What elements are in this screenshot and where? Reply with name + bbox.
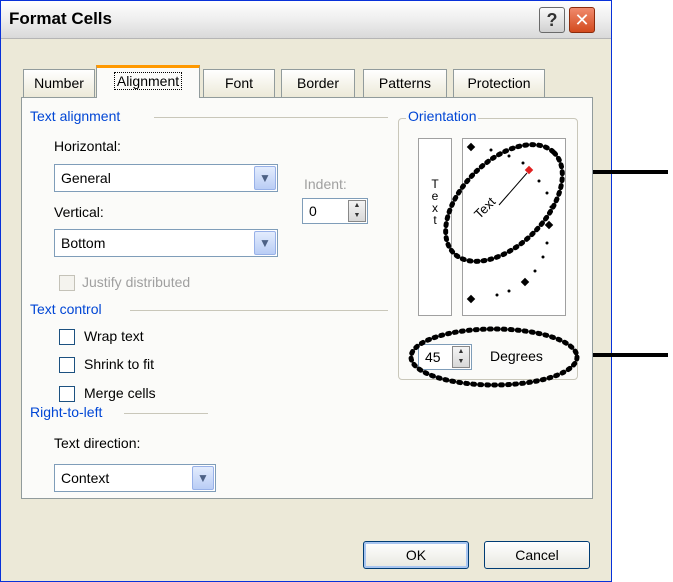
vertical-select[interactable]: Bottom ▼ — [54, 229, 278, 257]
justify-distributed-label: Justify distributed — [82, 274, 191, 290]
merge-cells-checkbox[interactable] — [59, 386, 75, 402]
horizontal-label: Horizontal: — [54, 138, 121, 154]
vertical-value: Bottom — [61, 235, 106, 251]
wrap-text-checkbox[interactable] — [59, 329, 75, 345]
section-divider — [154, 117, 388, 118]
dropdown-arrow-icon[interactable]: ▼ — [192, 466, 214, 490]
dropdown-arrow-icon[interactable]: ▼ — [254, 166, 276, 190]
section-text-control: Text control — [30, 301, 102, 317]
tab-number[interactable]: Number — [23, 69, 95, 97]
spinner-icon[interactable]: ▲ ▼ — [452, 346, 470, 368]
ok-button[interactable]: OK — [363, 541, 469, 569]
text-direction-select[interactable]: Context ▼ — [54, 464, 216, 492]
dial-graphic — [466, 142, 554, 304]
section-orientation: Orientation — [406, 108, 479, 124]
tab-patterns[interactable]: Patterns — [363, 69, 447, 97]
section-divider — [124, 413, 208, 414]
spinner-icon[interactable]: ▲ ▼ — [348, 200, 366, 222]
dropdown-arrow-icon[interactable]: ▼ — [254, 231, 276, 255]
vertical-text-box[interactable]: Text — [418, 138, 452, 316]
tab-protection[interactable]: Protection — [453, 69, 545, 97]
window-title: Format Cells — [9, 9, 112, 28]
alignment-panel: Text alignment Horizontal: General ▼ Ind… — [21, 97, 593, 499]
text-direction-value: Context — [61, 470, 110, 486]
wrap-text-label: Wrap text — [84, 328, 144, 344]
orientation-dial[interactable]: Text — [462, 138, 566, 316]
tab-alignment[interactable]: Alignment — [96, 65, 200, 98]
text-direction-label: Text direction: — [54, 435, 141, 451]
horizontal-value: General — [61, 170, 111, 186]
justify-distributed-checkbox[interactable] — [59, 275, 75, 291]
degrees-label: Degrees — [490, 348, 543, 364]
shrink-to-fit-checkbox[interactable] — [59, 357, 75, 373]
cancel-button[interactable]: Cancel — [484, 541, 590, 569]
horizontal-select[interactable]: General ▼ — [54, 164, 278, 192]
section-divider — [130, 310, 388, 311]
vertical-label: Vertical: — [54, 204, 104, 220]
merge-cells-label: Merge cells — [84, 385, 156, 401]
indent-value: 0 — [309, 203, 317, 219]
tab-alignment-label: Alignment — [113, 72, 183, 90]
tab-font[interactable]: Font — [203, 69, 275, 97]
indent-label: Indent: — [304, 176, 347, 192]
format-cells-dialog: Format Cells ? ✕ Number Alignment Font B… — [0, 0, 612, 582]
close-icon[interactable]: ✕ — [569, 7, 595, 33]
degrees-stepper[interactable]: 45 ▲ ▼ — [418, 344, 472, 370]
indent-stepper[interactable]: 0 ▲ ▼ — [302, 198, 368, 224]
help-icon[interactable]: ? — [539, 7, 565, 33]
degrees-value: 45 — [425, 349, 441, 365]
shrink-to-fit-label: Shrink to fit — [84, 356, 155, 372]
section-right-to-left: Right-to-left — [30, 404, 103, 420]
vertical-text: Text — [428, 177, 442, 225]
tab-border[interactable]: Border — [281, 69, 355, 97]
title-bar: Format Cells ? ✕ — [1, 1, 611, 39]
section-text-alignment: Text alignment — [30, 108, 121, 124]
